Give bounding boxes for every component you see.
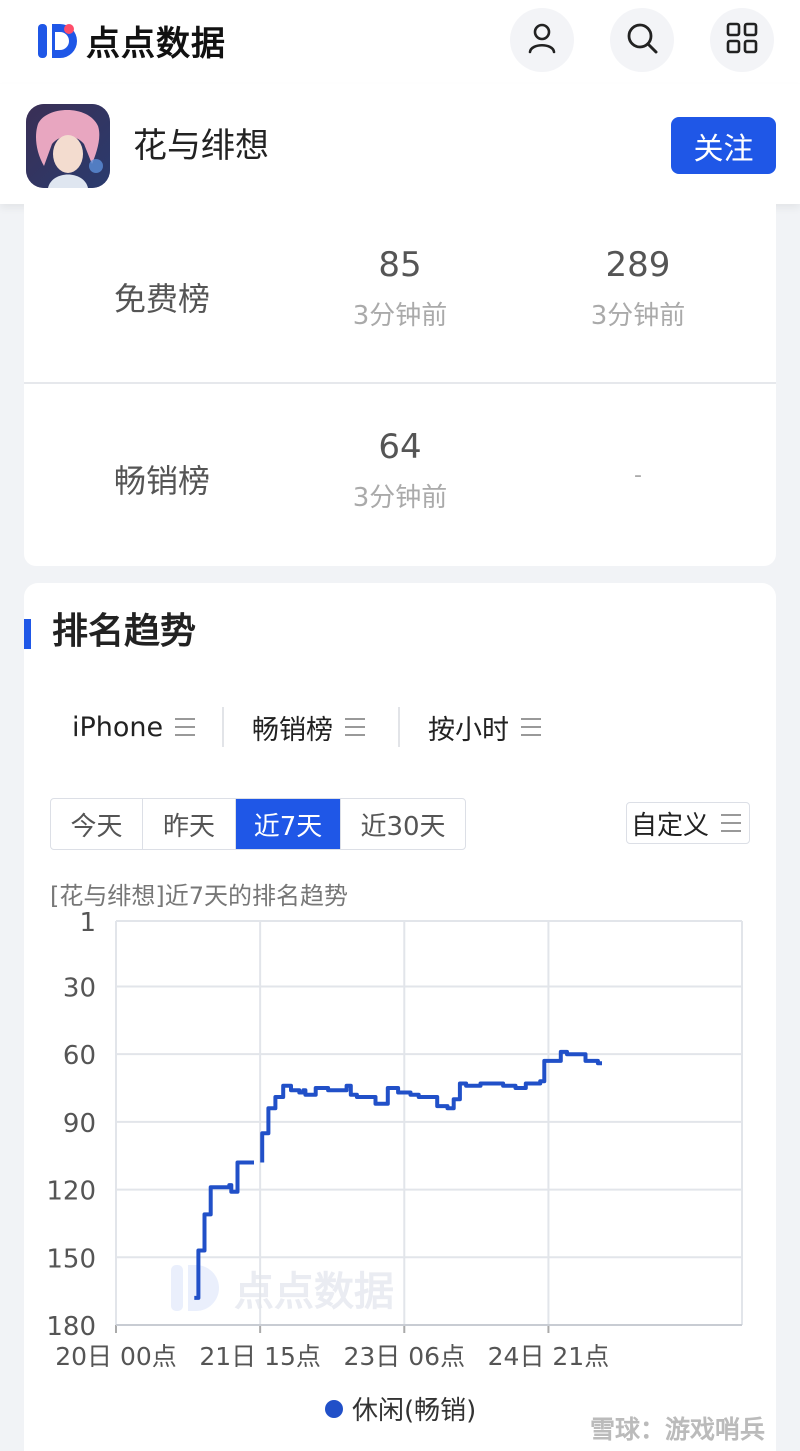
search-button[interactable] [610,8,674,72]
x-tick-label: 23日 06点 [344,1342,466,1371]
rank-value: 85 [378,245,422,285]
rank-value: - [634,463,642,488]
rank-value: 289 [605,245,671,285]
rank-time: 3分钟前 [590,301,686,331]
rank-trend-chart: 点点数据 1 30 60 90 120 150 180 20日 00点 21日 15点 23日 … [46,908,743,1426]
brand-mark-icon [36,20,80,62]
series-line [260,1049,602,1163]
user-button[interactable] [510,8,574,72]
rank-col-1: 85 3分钟前 [280,244,520,332]
brand-name: 点点数据 [86,24,226,64]
app-name: 花与绯想 [133,126,269,166]
chart-watermark: 点点数据 [171,1265,394,1315]
menu-grid-button[interactable] [710,8,774,72]
rank-col-1: 64 3分钟前 [280,426,520,514]
y-tick-label: 90 [63,1109,96,1139]
x-tick-label: 21日 15点 [199,1342,321,1371]
y-tick-label: 60 [63,1041,96,1071]
rank-summary-card: 免费榜 85 3分钟前 289 3分钟前 畅销榜 64 3分钟前 - [24,204,776,566]
chart-watermark-text: 点点数据 [234,1269,394,1315]
legend-label: 休闲(畅销) [352,1396,476,1426]
rank-trend-card: 排名趋势 iPhone 畅销榜 按小时 今天 昨天 近7天 近30天 自定义 [… [24,583,776,1451]
y-tick-label: 150 [46,1244,96,1274]
rank-row-free: 免费榜 85 3分钟前 289 3分钟前 [24,204,776,384]
legend-marker [325,1400,343,1418]
top-navigation-bar: 点点数据 [0,0,800,84]
y-tick-label: 180 [46,1312,96,1342]
rank-name: 免费榜 [113,280,210,318]
rank-col-2: 289 3分钟前 [518,244,758,332]
y-tick-label: 30 [63,973,96,1003]
rank-col-2: - [518,460,758,492]
rank-name: 畅销榜 [113,462,210,500]
search-icon [625,21,659,59]
user-icon [526,22,558,58]
corner-watermark: 雪球：游戏哨兵 [590,1415,766,1444]
app-icon[interactable] [26,104,110,188]
follow-button[interactable]: 关注 [671,117,776,174]
rank-row-grossing: 畅销榜 64 3分钟前 - [24,384,776,564]
brand-logo[interactable]: 点点数据 [36,16,226,65]
y-tick-label: 120 [46,1177,96,1207]
rank-time: 3分钟前 [352,301,448,331]
x-tick-label: 20日 00点 [55,1342,177,1371]
rank-value: 64 [378,427,422,467]
y-tick-label: 1 [79,908,96,938]
x-tick-label: 24日 21点 [488,1342,610,1371]
grid-icon [726,22,758,58]
app-header: 花与绯想 关注 [0,84,800,204]
rank-time: 3分钟前 [352,483,448,513]
